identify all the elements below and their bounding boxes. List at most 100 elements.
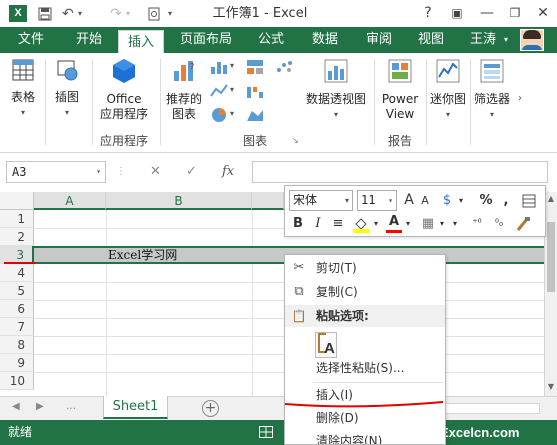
pie-chart-dropdown-icon[interactable]: ▾	[230, 109, 234, 118]
pie-chart-icon[interactable]	[210, 107, 228, 126]
column-header-b[interactable]: B	[106, 192, 252, 210]
sheet-tab-sheet1[interactable]: Sheet1	[103, 396, 168, 419]
comma-style-icon[interactable]: ,	[499, 190, 513, 211]
tab-review[interactable]: 审阅	[356, 27, 402, 53]
add-sheet-button[interactable]: +	[202, 400, 219, 417]
sparklines-button[interactable]: 迷你图 ▾	[428, 57, 468, 122]
row-header[interactable]: 8	[0, 336, 34, 354]
normal-view-icon[interactable]	[259, 426, 273, 438]
menu-item-cut[interactable]: ✂ 剪切(T)	[285, 257, 445, 279]
tab-home[interactable]: 开始	[66, 27, 112, 53]
surface-chart-icon[interactable]	[246, 107, 264, 126]
insert-function-icon[interactable]: fx	[222, 161, 234, 183]
cancel-icon[interactable]: ✕	[150, 161, 161, 183]
shrink-font-icon[interactable]: A	[419, 190, 431, 211]
increase-decimal-icon[interactable]: ⁺⁰	[467, 213, 487, 234]
row-header[interactable]: 10	[0, 372, 34, 390]
row-header[interactable]: 1	[0, 210, 34, 228]
column-chart-icon[interactable]	[210, 59, 228, 78]
filter-button[interactable]: 筛选器 ▾	[472, 57, 512, 122]
office-apps-button[interactable]: Office 应用程序	[94, 57, 154, 122]
paste-values-button[interactable]: A	[315, 332, 337, 358]
merge-dropdown-icon[interactable]: ▾	[451, 213, 459, 234]
name-box-dropdown-icon[interactable]: ▾	[96, 162, 101, 182]
name-box[interactable]: A3 ▾	[6, 161, 106, 183]
scroll-up-icon[interactable]: ▲	[545, 194, 557, 203]
restore-button[interactable]: ❐	[502, 2, 528, 24]
decrease-decimal-icon[interactable]: ⁰₀	[489, 213, 509, 234]
menu-item-delete[interactable]: 删除(D)	[285, 407, 445, 429]
undo-dropdown-icon[interactable]: ▾	[78, 4, 82, 24]
tab-view[interactable]: 视图	[408, 27, 454, 53]
format-painter-icon[interactable]	[519, 190, 539, 211]
column-chart-dropdown-icon[interactable]: ▾	[230, 61, 234, 70]
ribbon-display-button[interactable]: ▣	[444, 2, 470, 24]
row-header[interactable]: 6	[0, 300, 34, 318]
user-dropdown-icon[interactable]: ▾	[504, 27, 508, 53]
row-header[interactable]: 9	[0, 354, 34, 372]
borders-dropdown-icon[interactable]: ▾	[438, 213, 446, 234]
tab-formulas[interactable]: 公式	[248, 27, 294, 53]
minimize-button[interactable]: —	[474, 2, 500, 24]
hierarchy-chart-icon[interactable]	[246, 59, 264, 78]
column-header-a[interactable]: A	[34, 192, 106, 210]
column-header-c[interactable]	[252, 192, 284, 210]
more-sheets-icon[interactable]: …	[66, 401, 76, 412]
font-name-dropdown-icon[interactable]: ▾	[345, 191, 349, 210]
formula-input[interactable]	[252, 161, 548, 183]
italic-button[interactable]: I	[309, 213, 327, 234]
menu-item-copy[interactable]: ⧉ 复制(C)	[285, 281, 445, 303]
cell-b3[interactable]: Excel学习网	[108, 247, 177, 263]
pivot-chart-button[interactable]: 数据透视图 ▾	[302, 57, 370, 122]
grow-font-icon[interactable]: A	[402, 190, 416, 211]
fill-color-icon[interactable]	[351, 213, 371, 234]
help-button[interactable]: ?	[415, 2, 441, 24]
accounting-dropdown-icon[interactable]: ▾	[457, 190, 465, 211]
print-preview-icon[interactable]	[148, 4, 161, 24]
row-header[interactable]: 7	[0, 318, 34, 336]
tab-page-layout[interactable]: 页面布局	[170, 27, 242, 53]
prev-sheet-icon[interactable]: ◀	[12, 401, 20, 412]
bold-button[interactable]: B	[289, 213, 307, 234]
scroll-down-icon[interactable]: ▼	[545, 382, 557, 391]
close-button[interactable]: ✕	[530, 2, 556, 24]
menu-item-clear-contents[interactable]: 清除内容(N)	[285, 430, 445, 444]
font-size-dropdown-icon[interactable]: ▾	[388, 191, 393, 210]
power-view-button[interactable]: Power View	[378, 57, 422, 122]
table-button[interactable]: 表格 ▾	[6, 57, 40, 120]
menu-item-paste-special[interactable]: 选择性粘贴(S)...	[285, 357, 445, 379]
row-header[interactable]: 5	[0, 282, 34, 300]
ribbon-scroll-right-icon[interactable]: ›	[518, 93, 522, 104]
horizontal-scrollbar[interactable]	[440, 403, 540, 414]
font-name-select[interactable]: 宋体 ▾	[289, 190, 353, 211]
charts-dialog-launcher-icon[interactable]: ↘	[292, 136, 299, 145]
tab-data[interactable]: 数据	[302, 27, 348, 53]
select-all-corner[interactable]	[0, 192, 34, 210]
font-color-icon[interactable]: A	[385, 211, 403, 232]
line-chart-icon[interactable]	[210, 83, 228, 102]
waterfall-chart-icon[interactable]	[246, 83, 264, 102]
enter-icon[interactable]: ✓	[186, 161, 197, 183]
percent-style-icon[interactable]: %	[477, 190, 495, 211]
paintbrush-icon[interactable]	[513, 213, 533, 234]
borders-icon[interactable]: ▦	[419, 213, 437, 234]
row-header[interactable]: 2	[0, 228, 34, 246]
line-chart-dropdown-icon[interactable]: ▾	[230, 85, 234, 94]
row-header[interactable]: 4	[0, 264, 34, 282]
font-size-select[interactable]: 11 ▾	[357, 190, 397, 211]
avatar[interactable]	[520, 29, 544, 51]
redo-dropdown-icon[interactable]: ▾	[126, 4, 130, 24]
recommended-charts-button[interactable]: ? 推荐的 图表	[163, 57, 205, 122]
next-sheet-icon[interactable]: ▶	[36, 401, 44, 412]
vertical-scroll-thumb[interactable]	[547, 222, 555, 292]
center-align-icon[interactable]: ≡	[329, 213, 347, 234]
save-icon[interactable]	[38, 4, 52, 24]
illustrations-button[interactable]: 插图 ▾	[50, 57, 84, 120]
user-name[interactable]: 王涛	[470, 27, 496, 53]
tab-insert[interactable]: 插入	[118, 30, 164, 53]
font-color-dropdown-icon[interactable]: ▾	[404, 213, 412, 234]
accounting-format-icon[interactable]: $	[437, 190, 457, 211]
customize-qat-icon[interactable]: ▾	[168, 4, 172, 24]
redo-button[interactable]: ↷	[110, 4, 122, 24]
tab-file[interactable]: 文件	[0, 27, 62, 53]
